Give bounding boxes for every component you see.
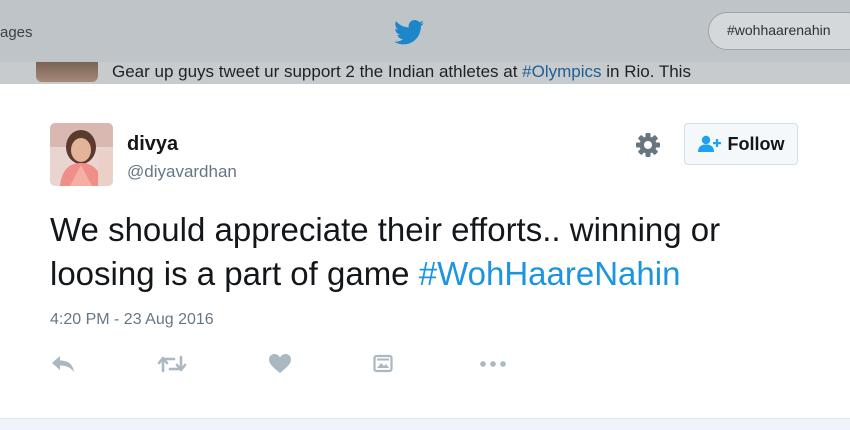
twitter-bird-icon[interactable] — [394, 20, 424, 45]
tweet-text: We should appreciate their efforts.. win… — [50, 208, 810, 296]
follow-button[interactable]: Follow — [684, 123, 798, 165]
display-name[interactable]: divya — [127, 133, 178, 156]
avatar-image — [50, 123, 113, 186]
tweet-hashtag-link[interactable]: #WohHaareNahin — [419, 255, 681, 292]
nav-messages-link[interactable]: ages — [0, 24, 33, 41]
avatar[interactable] — [50, 123, 113, 186]
tweet-timestamp[interactable]: 4:20 PM - 23 Aug 2016 — [50, 311, 214, 329]
background-tweet-text-end: in Rio. This — [601, 62, 691, 81]
background-tweet-avatar — [36, 62, 98, 82]
heart-icon[interactable] — [268, 352, 292, 376]
reply-icon[interactable] — [50, 352, 76, 376]
background-tweet-text-start: Gear up guys tweet ur support 2 the Indi… — [112, 62, 523, 81]
add-user-icon — [697, 135, 721, 152]
gear-icon[interactable] — [634, 131, 662, 159]
reply-area-strip — [0, 418, 850, 430]
background-tweet-hashtag[interactable]: #Olympics — [522, 62, 601, 81]
follow-label: Follow — [727, 133, 785, 154]
search-input[interactable]: #wohhaarenahin — [708, 12, 850, 50]
user-handle[interactable]: @diyavardhan — [127, 162, 237, 182]
background-tweet-text: Gear up guys tweet ur support 2 the Indi… — [112, 62, 691, 82]
more-dots-icon[interactable] — [479, 352, 507, 376]
moment-icon[interactable] — [373, 352, 393, 376]
retweet-icon[interactable] — [157, 352, 187, 376]
